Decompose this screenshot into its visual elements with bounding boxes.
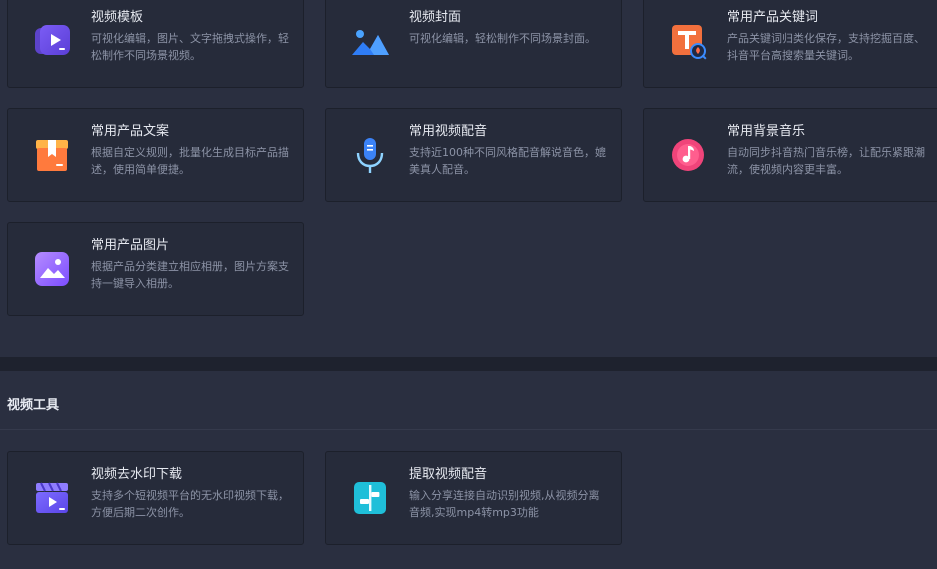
card-description: 支持多个短视频平台的无水印视频下载，方便后期二次创作。 (91, 489, 289, 519)
card-title: 提取视频配音 (409, 467, 488, 482)
card-title: 常用产品关键词 (727, 10, 819, 25)
card-watermark-remove-download[interactable]: 视频去水印下载 支持多个短视频平台的无水印视频下载，方便后期二次创作。 (7, 451, 304, 545)
card-description: 根据自定义规则，批量化生成目标产品描述，使用简单便捷。 (91, 146, 289, 176)
mountain-icon (350, 21, 390, 61)
card-extract-voiceover[interactable]: 提取视频配音 输入分享连接自动识别视频,从视频分离音频,实现mp4转mp3功能 (325, 451, 622, 545)
video-template-icon (32, 21, 72, 61)
section-title: 视频工具 (7, 398, 60, 413)
card-product-keywords[interactable]: 常用产品关键词 产品关键词归类化保存，支持挖掘百度、抖音平台高搜索量关键词。 (643, 0, 937, 88)
card-description: 可视化编辑，轻松制作不同场景封面。 (409, 32, 596, 45)
card-title: 视频封面 (409, 10, 462, 25)
music-note-icon (668, 135, 708, 175)
microphone-icon (350, 135, 390, 175)
card-description: 可视化编辑，图片、文字拖拽式操作，轻松制作不同场景视频。 (91, 32, 289, 62)
split-icon (350, 478, 390, 518)
box-icon (32, 135, 72, 175)
section-rule (0, 429, 937, 430)
card-title: 常用产品图片 (91, 238, 170, 253)
tools-section-video: 视频工具 视频去水印下载 支持多个短视频平台的无水印视频下载，方便后期二次创作。 (0, 371, 937, 569)
tools-section-common: 视频模板 可视化编辑，图片、文字拖拽式操作，轻松制作不同场景视频。 视频封面 可… (0, 0, 937, 357)
card-product-images[interactable]: 常用产品图片 根据产品分类建立相应相册，图片方案支持一键导入相册。 (7, 222, 304, 316)
card-title: 常用视频配音 (409, 124, 488, 139)
card-title: 视频模板 (91, 10, 144, 25)
card-description: 支持近100种不同风格配音解说音色，媲美真人配音。 (409, 146, 606, 176)
card-video-cover[interactable]: 视频封面 可视化编辑，轻松制作不同场景封面。 (325, 0, 622, 88)
image-icon (32, 249, 72, 289)
card-description: 根据产品分类建立相应相册，图片方案支持一键导入相册。 (91, 260, 289, 290)
card-video-template[interactable]: 视频模板 可视化编辑，图片、文字拖拽式操作，轻松制作不同场景视频。 (7, 0, 304, 88)
card-video-voiceover[interactable]: 常用视频配音 支持近100种不同风格配音解说音色，媲美真人配音。 (325, 108, 622, 202)
card-title: 常用产品文案 (91, 124, 170, 139)
card-background-music[interactable]: 常用背景音乐 自动同步抖音热门音乐榜，让配乐紧跟潮流，使视频内容更丰富。 (643, 108, 937, 202)
card-description: 输入分享连接自动识别视频,从视频分离音频,实现mp4转mp3功能 (409, 489, 600, 519)
card-title: 视频去水印下载 (91, 467, 183, 482)
card-product-copywriting[interactable]: 常用产品文案 根据自定义规则，批量化生成目标产品描述，使用简单便捷。 (7, 108, 304, 202)
card-description: 产品关键词归类化保存，支持挖掘百度、抖音平台高搜索量关键词。 (727, 32, 925, 62)
card-title: 常用背景音乐 (727, 124, 806, 139)
keyword-icon (668, 21, 708, 61)
card-description: 自动同步抖音热门音乐榜，让配乐紧跟潮流，使视频内容更丰富。 (727, 146, 925, 176)
clapper-icon (32, 478, 72, 518)
section-divider (0, 357, 937, 371)
